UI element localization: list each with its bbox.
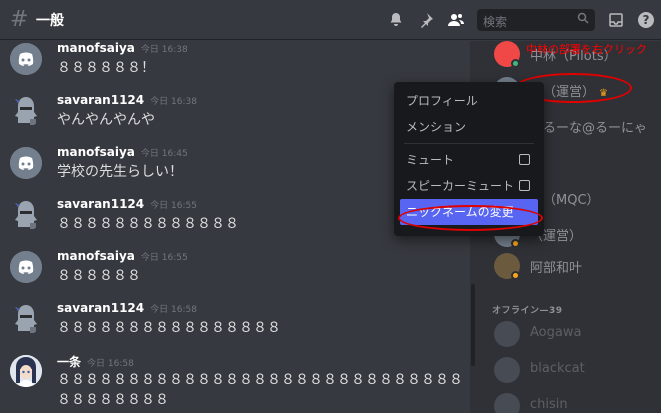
message-text: ８８８８８８８８８８８８８８８８ xyxy=(57,320,281,336)
menu-item-speaker-mute[interactable]: スピーカーミュート xyxy=(400,173,538,199)
avatar[interactable] xyxy=(10,251,42,283)
timestamp: 今日 16:55 xyxy=(150,201,197,211)
status-idle-icon xyxy=(511,239,520,248)
message-text: やんやんやんや xyxy=(57,112,155,128)
speaker-mute-checkbox[interactable] xyxy=(519,180,530,191)
channel-header: # 一般 検索 ? xyxy=(0,0,661,40)
member-item[interactable]: Aogawa xyxy=(478,321,661,355)
avatar[interactable] xyxy=(10,199,42,231)
mute-checkbox[interactable] xyxy=(519,154,530,165)
avatar[interactable] xyxy=(10,147,42,179)
annotation-text: 中林の部署を右クリック xyxy=(526,43,647,56)
message-text: ８８８８８８８８８８８８８８８８８８８８８８８８８８８８８ xyxy=(57,372,463,388)
search-icon xyxy=(577,12,589,27)
svg-text:?: ? xyxy=(643,13,650,27)
author-name[interactable]: 一条 今日 16:58 xyxy=(57,353,134,370)
status-online-icon xyxy=(511,59,520,68)
member-name: Aogawa xyxy=(530,325,582,340)
members-icon[interactable] xyxy=(445,9,467,31)
message-text: ８８８８８８！ xyxy=(57,60,155,76)
timestamp: 今日 16:38 xyxy=(150,97,197,107)
member-name: 阿部和叶 xyxy=(530,261,583,276)
timestamp: 今日 16:55 xyxy=(140,253,188,263)
member-avatar xyxy=(494,393,520,413)
author-name[interactable]: savaran1124 今日 16:55 xyxy=(57,197,197,211)
avatar[interactable] xyxy=(10,43,42,75)
author-name[interactable]: savaran1124 今日 16:38 xyxy=(57,93,197,107)
timestamp: 今日 16:58 xyxy=(87,359,134,369)
help-icon[interactable]: ? xyxy=(635,9,657,31)
message-text: 学校の先生らしい！ xyxy=(57,164,183,180)
member-name: blackcat xyxy=(530,361,585,376)
message-text: ８８８８８８８８ xyxy=(57,392,169,408)
author-name[interactable]: manofsaiya 今日 16:45 xyxy=(57,145,188,159)
member-avatar xyxy=(494,321,520,347)
member-avatar xyxy=(494,357,520,383)
menu-divider xyxy=(404,143,534,144)
search-input[interactable]: 検索 xyxy=(477,9,595,31)
author-name[interactable]: manofsaiya 今日 16:55 xyxy=(57,249,188,263)
avatar[interactable] xyxy=(10,303,42,335)
inbox-icon[interactable] xyxy=(605,9,627,31)
timestamp: 今日 16:58 xyxy=(150,305,197,315)
hash-icon: # xyxy=(10,7,29,32)
author-name[interactable]: manofsaiya 今日 16:38 xyxy=(57,41,188,55)
menu-item-mute[interactable]: ミュート xyxy=(400,147,538,173)
channel-name: 一般 xyxy=(36,12,64,29)
member-name: chisin xyxy=(530,397,568,412)
member-item[interactable]: chisin xyxy=(478,393,661,413)
timestamp: 今日 16:45 xyxy=(140,149,188,159)
message-text: ８８８８８８ xyxy=(57,268,141,284)
timestamp: 今日 16:38 xyxy=(140,45,188,55)
scrollbar-thumb[interactable] xyxy=(471,284,475,366)
context-menu: プロフィール メンション ミュート スピーカーミュート ニックネームの変更 xyxy=(394,82,544,236)
menu-item-mention[interactable]: メンション xyxy=(400,114,538,140)
menu-item-profile[interactable]: プロフィール xyxy=(400,88,538,114)
avatar[interactable] xyxy=(10,95,42,127)
author-name[interactable]: savaran1124 今日 16:58 xyxy=(57,301,197,315)
offline-section-label: オフライン—39 xyxy=(492,306,563,316)
member-item[interactable]: blackcat xyxy=(478,357,661,391)
search-placeholder: 検索 xyxy=(483,15,508,29)
bell-icon[interactable] xyxy=(385,9,407,31)
message-text: ８８８８８８８８８８８８８ xyxy=(57,216,239,232)
member-name: 花るーな@るーにゃ xyxy=(530,121,648,136)
menu-item-change-nickname[interactable]: ニックネームの変更 xyxy=(400,199,538,225)
pin-icon[interactable] xyxy=(415,9,437,31)
status-idle-icon xyxy=(511,271,520,280)
member-item[interactable]: 阿部和叶 xyxy=(478,253,661,287)
avatar[interactable] xyxy=(10,355,42,387)
